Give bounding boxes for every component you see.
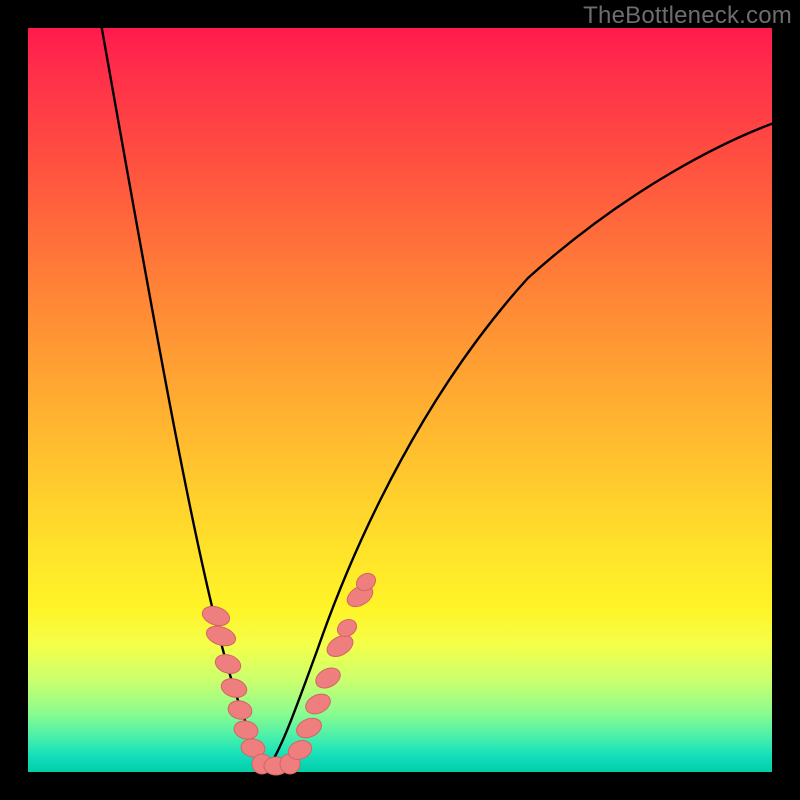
curve-marker <box>302 690 333 718</box>
curve-marker <box>293 714 324 741</box>
chart-frame: TheBottleneck.com <box>0 0 800 800</box>
curve-marker <box>312 664 343 692</box>
curve-layer <box>28 28 772 772</box>
curve-marker <box>219 676 249 700</box>
curve-marker <box>200 603 232 629</box>
curve-marker <box>226 698 254 721</box>
watermark-text: TheBottleneck.com <box>583 2 792 30</box>
curve-marker <box>204 623 238 649</box>
curve-marker <box>323 631 356 661</box>
curve-marker <box>232 719 259 742</box>
bottleneck-curve <box>100 18 788 768</box>
plot-area <box>28 28 772 772</box>
curve-markers <box>200 570 379 775</box>
curve-marker <box>334 616 359 640</box>
curve-marker <box>213 651 243 676</box>
